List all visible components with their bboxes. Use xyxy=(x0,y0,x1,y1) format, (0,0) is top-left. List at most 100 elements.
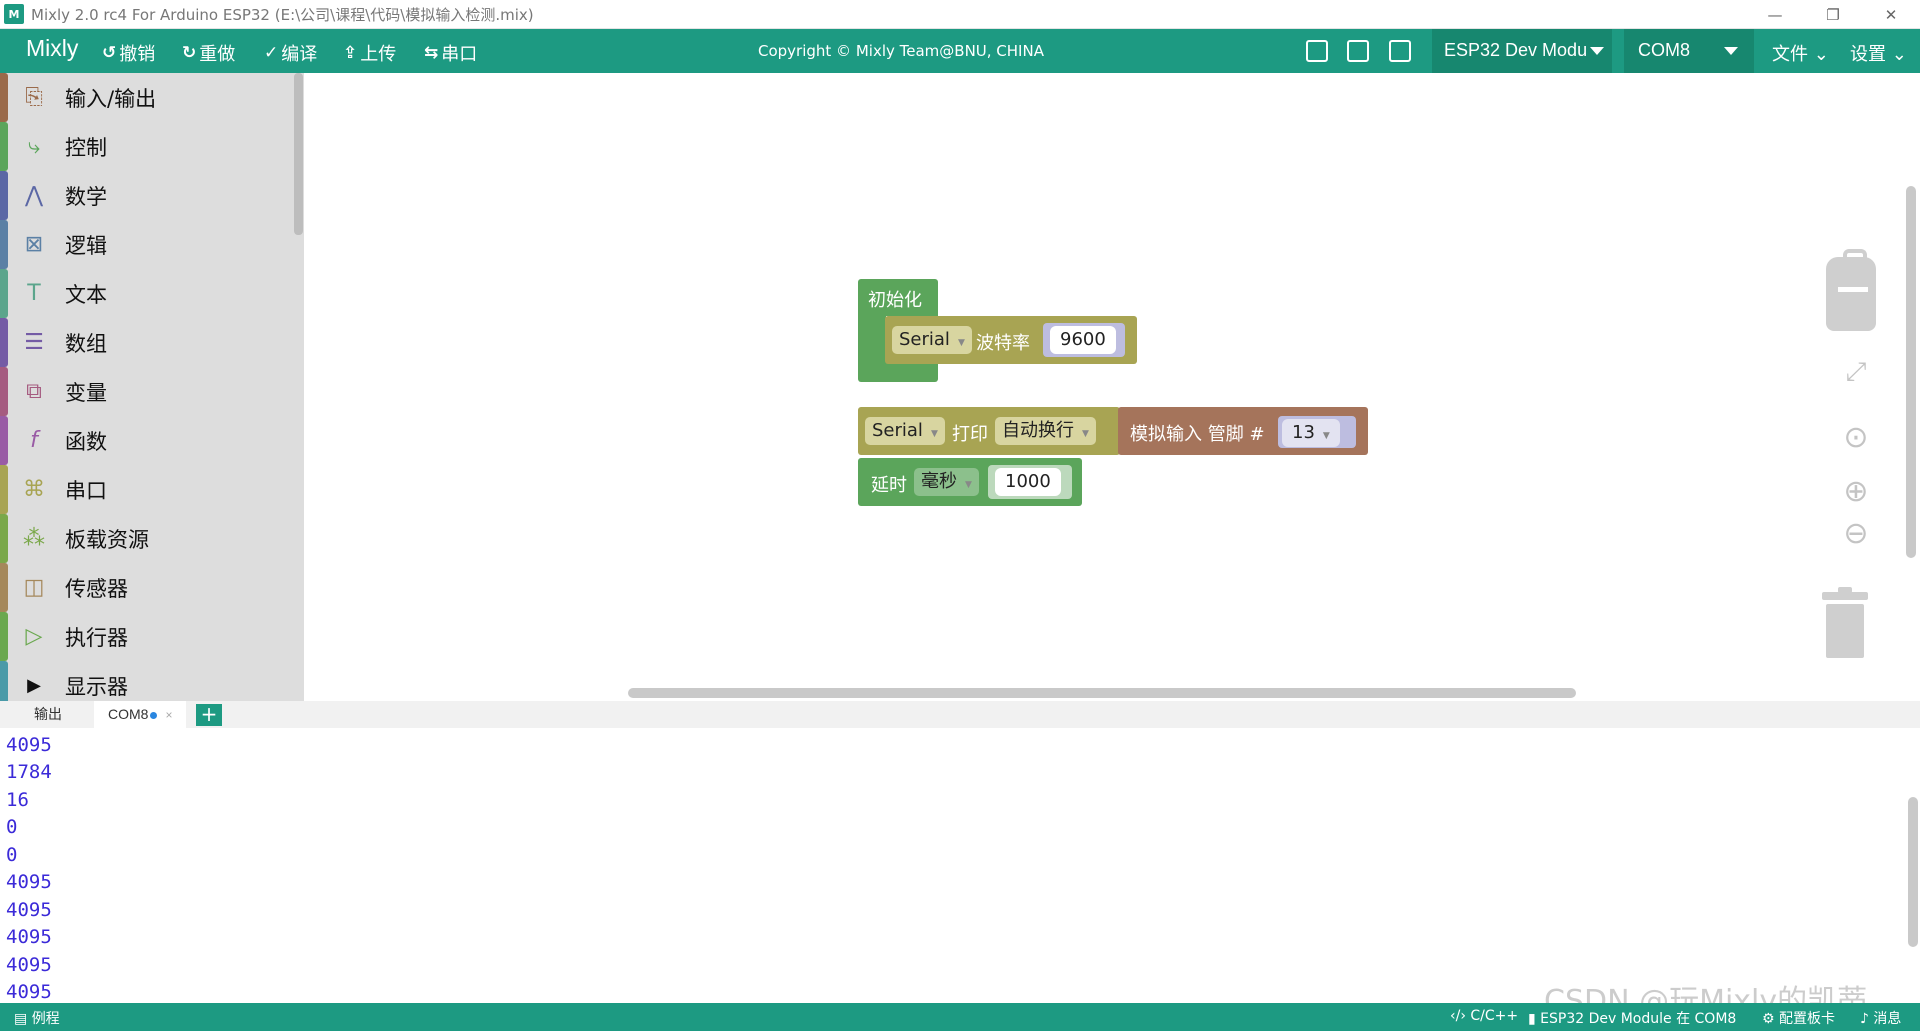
delay-unit-dropdown-value: 毫秒 xyxy=(921,471,957,492)
examples-button[interactable]: ▤ 例程 xyxy=(14,1008,60,1028)
category-label: 变量 xyxy=(65,380,107,405)
category-io[interactable]: ⎘ 输入/输出 xyxy=(0,73,292,122)
control-icon: ⤷ xyxy=(27,134,41,159)
backpack-bar xyxy=(1838,287,1868,292)
console-line: 0 xyxy=(6,816,18,838)
setup-block[interactable]: 初始化 xyxy=(858,279,938,316)
print-mode-dropdown-value: 自动换行 xyxy=(1002,420,1074,441)
serial-port-dropdown[interactable]: Serial ▼ xyxy=(892,326,972,354)
settings-menu-label: 设置 xyxy=(1850,44,1886,65)
blockly-workspace[interactable] xyxy=(304,73,1920,701)
undo-button[interactable]: ↺ 撤销 xyxy=(102,40,155,66)
chip-icon: ▮ xyxy=(1528,1011,1541,1027)
category-label: 函数 xyxy=(65,429,107,454)
delay-unit-dropdown[interactable]: 毫秒 ▼ xyxy=(914,468,979,496)
port-select[interactable]: COM8 xyxy=(1624,29,1754,73)
category-logic[interactable]: ⊠ 逻辑 xyxy=(0,220,292,269)
category-label: 数组 xyxy=(65,331,107,356)
chevron-down-icon: ⌄ xyxy=(1886,44,1907,65)
category-display[interactable]: ▶ 显示器 xyxy=(0,661,292,701)
zoom-out-icon[interactable]: ⊖ xyxy=(1834,516,1878,551)
restore-button[interactable]: ❐ xyxy=(1804,0,1862,29)
config-board-button[interactable]: ⚙ 配置板卡 xyxy=(1762,1008,1835,1028)
category-math[interactable]: ⋀ 数学 xyxy=(0,171,292,220)
function-icon: f xyxy=(30,428,38,453)
sidebar-toggle-icon[interactable] xyxy=(1347,40,1369,62)
dropdown-arrow-icon: ▼ xyxy=(965,480,972,490)
compile-label: 编译 xyxy=(281,44,318,65)
code-icon[interactable] xyxy=(1389,40,1411,62)
category-sensor[interactable]: ◫ 传感器 xyxy=(0,563,292,612)
category-color-stripe xyxy=(0,661,8,701)
close-tab-icon[interactable]: × xyxy=(165,708,172,722)
redo-button[interactable]: ↻ 重做 xyxy=(182,40,235,66)
category-list[interactable]: ☰ 数组 xyxy=(0,318,292,367)
tab-output[interactable]: 输出 xyxy=(20,701,76,728)
category-board[interactable]: ⁂ 板载资源 xyxy=(0,514,292,563)
console-line: 4095 xyxy=(6,899,52,921)
category-label: 串口 xyxy=(65,478,107,503)
category-label: 文本 xyxy=(65,282,107,307)
print-serial-dropdown[interactable]: Serial ▼ xyxy=(865,417,945,445)
minimize-button[interactable]: — xyxy=(1746,0,1804,29)
undo-label: 撤销 xyxy=(119,44,156,65)
sidebar-scrollbar[interactable] xyxy=(294,73,303,235)
workspace-vertical-scrollbar[interactable] xyxy=(1906,186,1916,558)
delay-input[interactable]: 1000 xyxy=(995,468,1061,496)
upload-button[interactable]: ⇪ 上传 xyxy=(343,40,396,66)
logic-icon: ⊠ xyxy=(24,232,44,257)
console-line: 4095 xyxy=(6,926,52,948)
status-bar: ▤ 例程 ‹/› C/C++ ▮ ESP32 Dev Module 在 COM8… xyxy=(0,1003,1920,1031)
pin-dropdown[interactable]: 13 ▼ xyxy=(1282,419,1340,447)
console-line: 4095 xyxy=(6,954,52,976)
upload-label: 上传 xyxy=(360,44,397,65)
board-select[interactable]: ESP32 Dev Modu xyxy=(1432,29,1612,73)
close-button[interactable]: ✕ xyxy=(1862,0,1920,29)
zoom-in-icon[interactable]: ⊕ xyxy=(1834,474,1878,509)
console-line: 1784 xyxy=(6,761,52,783)
backpack-icon[interactable] xyxy=(1826,249,1876,331)
baud-input[interactable]: 9600 xyxy=(1050,326,1116,354)
settings-menu[interactable]: 设置 ⌄ xyxy=(1850,40,1907,66)
analog-read-label: 模拟输入 管脚 # xyxy=(1130,424,1265,445)
trash-lid xyxy=(1822,592,1868,600)
fullscreen-icon[interactable]: ⤢ xyxy=(1834,357,1878,388)
serial-button[interactable]: ⇆ 串口 xyxy=(424,40,477,66)
text-icon: T xyxy=(27,281,41,306)
category-text[interactable]: T 文本 xyxy=(0,269,292,318)
category-control[interactable]: ⤷ 控制 xyxy=(0,122,292,171)
layout-icon[interactable] xyxy=(1306,40,1328,62)
delay-block[interactable]: 延时 毫秒 ▼ 1000 xyxy=(858,458,1082,506)
file-menu[interactable]: 文件 ⌄ xyxy=(1772,40,1829,66)
config-board-label: 配置板卡 xyxy=(1779,1011,1836,1027)
tab-com8[interactable]: COM8 × xyxy=(94,701,187,728)
print-mode-dropdown[interactable]: 自动换行 ▼ xyxy=(995,417,1096,445)
messages-button[interactable]: ♪ 消息 xyxy=(1860,1008,1901,1028)
serial-console[interactable]: 4095 1784 16 0 0 4095 4095 4095 4095 409… xyxy=(0,728,1920,1003)
watermark: CSDN @玩Mixly的凯蒂 xyxy=(1544,984,1868,1003)
language-indicator[interactable]: ‹/› C/C++ xyxy=(1450,1008,1518,1024)
board-status[interactable]: ▮ ESP32 Dev Module 在 COM8 xyxy=(1528,1008,1736,1028)
variable-icon: ⧉ xyxy=(26,379,42,404)
trash-icon[interactable] xyxy=(1822,587,1868,658)
recenter-icon[interactable]: ⊙ xyxy=(1834,420,1878,455)
add-tab-button[interactable]: + xyxy=(196,704,222,726)
category-function[interactable]: f 函数 xyxy=(0,416,292,465)
category-label: 控制 xyxy=(65,135,107,160)
category-serial[interactable]: ⌘ 串口 xyxy=(0,465,292,514)
workspace-horizontal-scrollbar[interactable] xyxy=(628,688,1576,698)
setup-block-label: 初始化 xyxy=(868,290,922,311)
console-scrollbar[interactable] xyxy=(1908,797,1918,947)
category-actuator[interactable]: ▷ 执行器 xyxy=(0,612,292,661)
brand-logo[interactable]: Mixly xyxy=(26,35,78,62)
analog-read-block[interactable]: 模拟输入 管脚 # 13 ▼ xyxy=(1118,407,1368,455)
chevron-down-icon: ⌄ xyxy=(1808,44,1829,65)
chevron-down-icon xyxy=(1590,47,1604,55)
window-titlebar: M Mixly 2.0 rc4 For Arduino ESP32 (E:\公司… xyxy=(0,0,1920,29)
category-variable[interactable]: ⧉ 变量 xyxy=(0,367,292,416)
compile-button[interactable]: ✓ 编译 xyxy=(264,40,317,66)
serial-begin-block[interactable]: Serial ▼ 波特率 9600 xyxy=(885,316,1137,364)
print-label: 打印 xyxy=(952,424,988,445)
serial-print-block[interactable]: Serial ▼ 打印 自动换行 ▼ xyxy=(858,407,1120,455)
window-title: Mixly 2.0 rc4 For Arduino ESP32 (E:\公司\课… xyxy=(31,5,534,24)
